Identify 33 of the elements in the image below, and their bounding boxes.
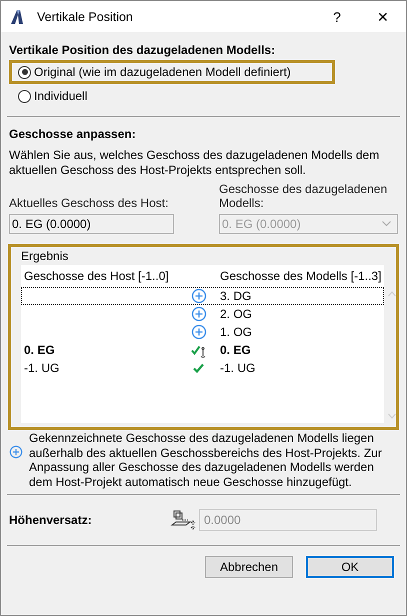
focused-row[interactable]: 3. DG [21, 287, 384, 305]
help-button[interactable]: ? [314, 8, 360, 24]
radio-button[interactable] [18, 90, 31, 102]
group-title: Ergebnis [21, 249, 70, 263]
plus-icon [191, 306, 207, 322]
note-text: Gekennzeichnete Geschosse des dazugeladenen Modells liegen außerhalb des aktuellen Geschossbereichs des Host-Projekts. Zur Anpassung aller Geschosse des dazugeladenen Modells werden dem Host-Projekt automatisch neue Geschosse hinzugefügt. [29, 431, 383, 489]
elevation-offset-icon [169, 509, 197, 531]
table-cell-text: 0. EG [219, 343, 252, 357]
field-label: Geschosse des dazugeladenen Modells: [219, 182, 388, 210]
table-cell-text: -1. UG [219, 361, 256, 375]
table-cell-text: 3. DG [219, 289, 252, 303]
section-heading: Geschosse anpassen: [9, 127, 137, 141]
description-text: Wählen Sie aus, welches Geschoss des dazugeladenen Modells dem aktuellen Geschoss des Host-Projekts entsprechen soll. [9, 148, 380, 178]
table-cell-text: 0. EG [23, 343, 56, 357]
plus-icon [191, 288, 207, 304]
plus-icon [9, 445, 23, 459]
host-story-field[interactable]: 0. EG (0.0000) [9, 214, 174, 234]
field-label: Aktuelles Geschoss des Host: [9, 196, 170, 210]
radio-label[interactable]: Original (wie im dazugeladenen Modell definiert) [34, 65, 291, 79]
section-heading: Vertikale Position des dazugeladenen Modells: [9, 43, 276, 57]
plus-icon [191, 324, 207, 340]
ok-button[interactable]: OK [306, 556, 394, 578]
chevron-down-icon [382, 221, 391, 227]
table-cell-text: -1. UG [23, 361, 60, 375]
table-cell-text: 2. OG [219, 307, 254, 321]
radio-label[interactable]: Individuell [34, 89, 88, 103]
field-label: Höhenversatz: [9, 513, 93, 527]
table-cell-text: 1. OG [219, 325, 254, 339]
app-logo-icon [9, 8, 25, 24]
radio-button[interactable] [18, 66, 31, 78]
close-button[interactable]: ✕ [360, 8, 406, 24]
cancel-button[interactable]: Abbrechen [205, 556, 293, 578]
window-title: Vertikale Position [37, 10, 134, 24]
